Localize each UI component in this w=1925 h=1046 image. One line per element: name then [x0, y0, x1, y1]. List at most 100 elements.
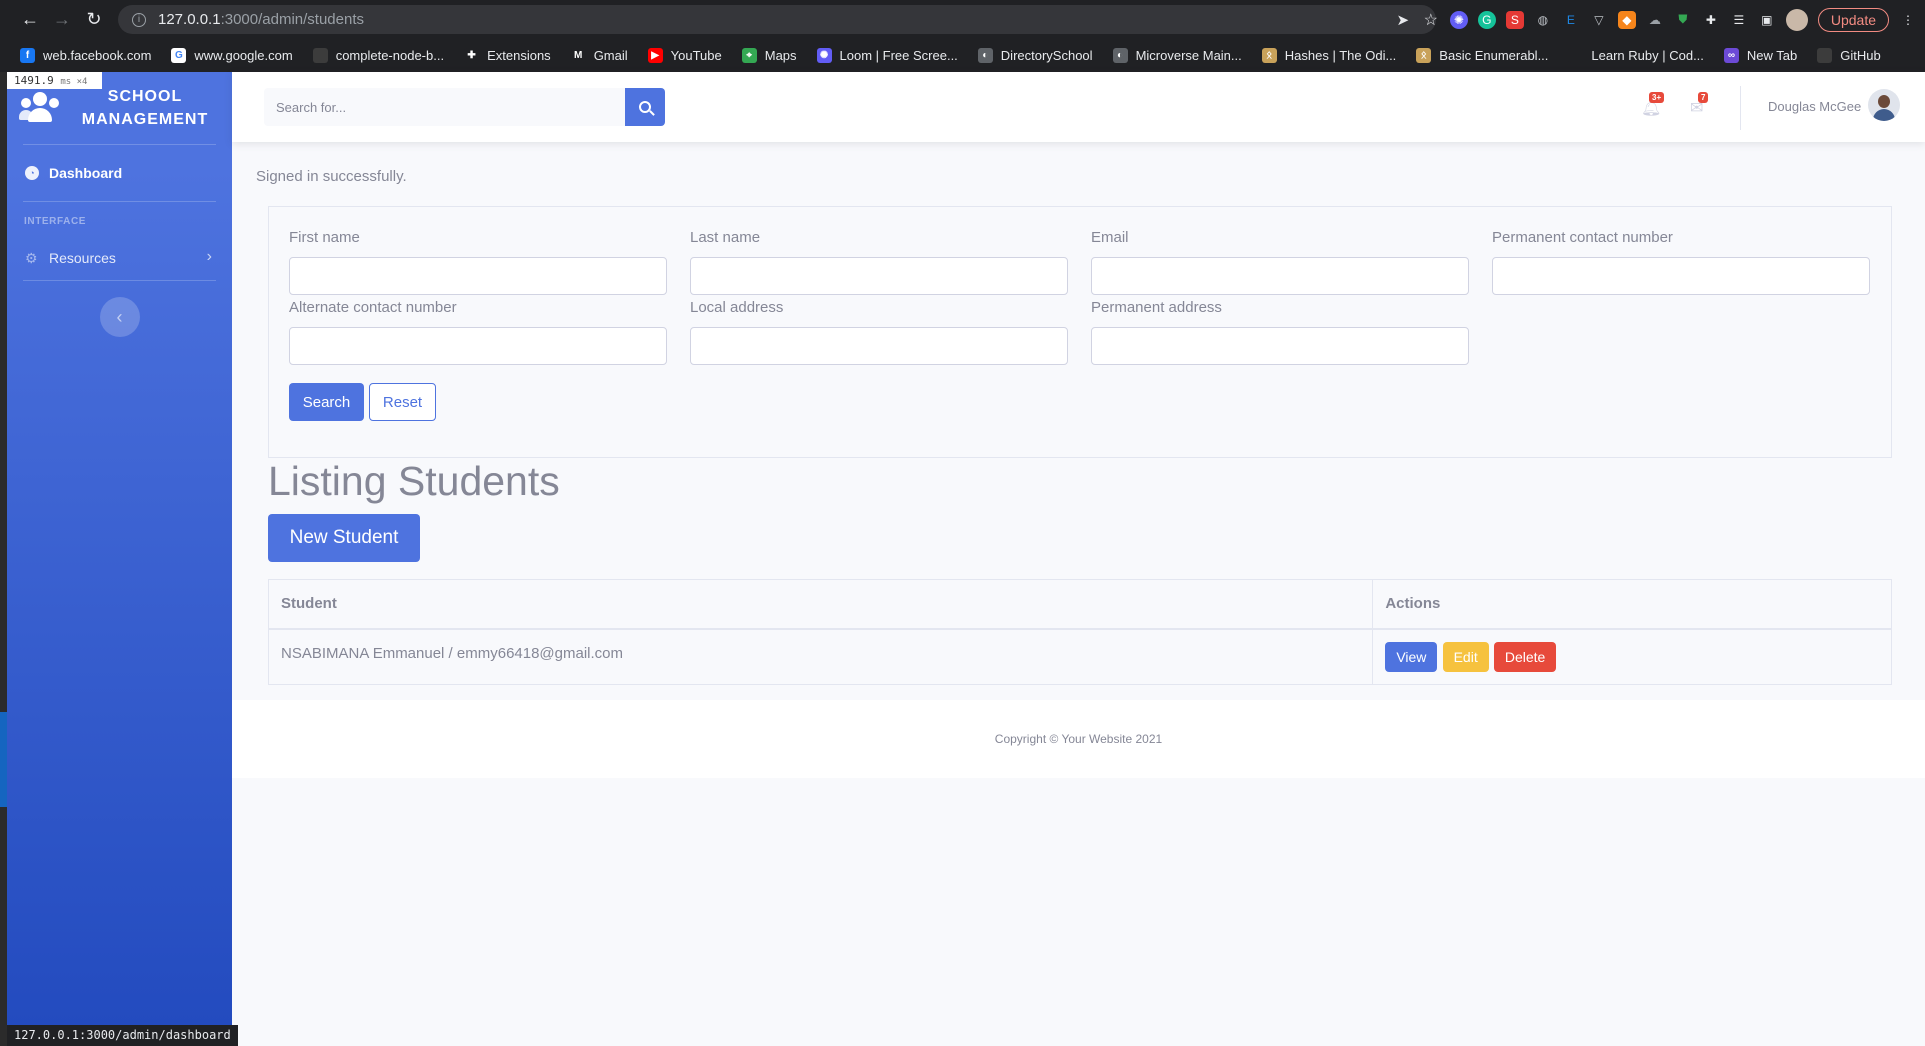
alternate-contact-input[interactable] [289, 327, 667, 365]
bookmark-label: GitHub [1840, 48, 1881, 63]
chevron-right-icon: › [206, 248, 212, 265]
permanent-address-input[interactable] [1091, 327, 1469, 365]
side-panel-icon[interactable]: ▣ [1758, 11, 1776, 29]
user-name[interactable]: Douglas McGee [1768, 99, 1861, 114]
sidebar-item-resources[interactable]: ⚙ Resources › [7, 236, 232, 280]
bookmark-item[interactable]: ∞ New Tab [1723, 48, 1798, 63]
address-bar[interactable]: i 127.0.0.1:3000/admin/students [118, 5, 1436, 34]
globe-extension-icon[interactable]: ◍ [1534, 11, 1552, 29]
odin-icon: ᛟ [1416, 48, 1432, 63]
puzzle-icon[interactable]: ✚ [1702, 11, 1720, 29]
bookmark-item[interactable]: f web.facebook.com [20, 48, 151, 63]
cloud-extension-icon[interactable]: ☁ [1646, 11, 1664, 29]
bookmark-label: DirectorySchool [1000, 48, 1093, 63]
timing-value: 1491.9 [14, 74, 54, 87]
last-name-input[interactable] [690, 257, 1068, 295]
grammarly-icon[interactable]: G [1477, 10, 1496, 29]
update-button[interactable]: Update [1817, 7, 1889, 32]
chevron-left-icon: ‹ [116, 306, 123, 327]
email-input[interactable] [1091, 257, 1469, 295]
permanent-contact-label: Permanent contact number [1492, 229, 1673, 246]
view-button[interactable]: View [1385, 641, 1438, 672]
flash-notice: Signed in successfully. [256, 168, 407, 185]
search-icon [639, 101, 651, 113]
youtube-icon: ▶ [647, 48, 663, 63]
permanent-address-field: Permanent address [1091, 299, 1469, 365]
alternate-contact-label: Alternate contact number [289, 299, 457, 316]
bookmark-item[interactable]: ◐ DirectorySchool [977, 48, 1093, 63]
messages-badge: 7 [1698, 92, 1709, 103]
forward-arrow-icon[interactable]: → [46, 4, 78, 36]
bookmark-item[interactable]: Learn Ruby | Cod... [1568, 48, 1704, 63]
search-button[interactable] [625, 88, 665, 126]
bookmark-item[interactable]: complete-node-b... [312, 48, 444, 63]
alternate-contact-field: Alternate contact number [289, 299, 667, 365]
bookmark-label: web.facebook.com [43, 48, 152, 63]
first-name-input[interactable] [289, 257, 667, 295]
sidebar-item-label: Dashboard [49, 165, 123, 181]
bookmark-item[interactable]: ᛟ Basic Enumerabl... [1416, 48, 1548, 63]
send-icon[interactable]: ➤ [1394, 11, 1412, 29]
status-url: 127.0.0.1:3000/admin/dashboard [7, 1025, 238, 1046]
filter-search-button[interactable]: Search [289, 383, 364, 421]
star-icon[interactable]: ☆ [1422, 11, 1440, 29]
local-address-field: Local address [690, 299, 1068, 365]
student-cell: NSABIMANA Emmanuel / emmy66418@gmail.com [267, 628, 1374, 685]
bookmark-item[interactable]: ✚ Extensions [464, 48, 551, 63]
vue-extension-icon[interactable]: ▽ [1590, 11, 1608, 29]
bookmark-item[interactable]: ▶ YouTube [647, 48, 722, 63]
first-name-field: First name [289, 229, 667, 295]
sidebar-item-dashboard[interactable]: ◔ Dashboard [7, 145, 232, 201]
bookmark-item[interactable]: ⌖ Maps [741, 48, 797, 63]
new-student-button[interactable]: New Student [268, 514, 420, 562]
bookmark-label: New Tab [1746, 48, 1798, 63]
save-extension-icon[interactable]: S [1505, 10, 1524, 29]
local-address-label: Local address [690, 299, 784, 316]
bookmark-label: YouTube [670, 48, 722, 63]
profile-avatar[interactable] [1785, 8, 1808, 31]
actions-cell: View Edit Delete [1372, 628, 1892, 685]
reload-icon[interactable]: ↻ [78, 4, 110, 36]
table-row: NSABIMANA Emmanuel / emmy66418@gmail.com… [267, 628, 1892, 685]
column-header-actions: Actions [1372, 579, 1892, 630]
bookmark-item[interactable]: ᛟ Hashes | The Odi... [1261, 48, 1396, 63]
filter-reset-button[interactable]: Reset [369, 383, 436, 421]
user-avatar[interactable] [1868, 89, 1900, 121]
metamask-icon[interactable]: ◆ [1617, 10, 1636, 29]
bookmark-item[interactable]: ✺ Loom | Free Scree... [816, 48, 958, 63]
facebook-icon: f [20, 48, 35, 63]
shield-extension-icon[interactable]: ⛊ [1674, 11, 1692, 29]
students-table: Student Actions NSABIMANA Emmanuel / emm… [267, 579, 1892, 685]
bookmark-item[interactable]: M Gmail [570, 48, 628, 63]
sidebar-toggle-button[interactable]: ‹ [99, 297, 140, 337]
extensions-row: ➤ ☆ ✺ G S ◍ E ▽ ◆ ☁ ⛊ ✚ ☰ ▣ Update ⋮ [1394, 5, 1917, 34]
e-extension-icon[interactable]: E [1562, 11, 1580, 29]
google-icon: G [171, 48, 187, 63]
topbar-divider [1740, 86, 1741, 130]
reading-list-icon[interactable]: ☰ [1730, 11, 1748, 29]
bookmark-item[interactable]: GitHub [1817, 48, 1881, 63]
messages-button[interactable]: ✉ 7 [1690, 92, 1709, 118]
search-input[interactable] [264, 88, 625, 126]
bookmark-label: Gmail [593, 48, 628, 63]
odin-icon: ᛟ [1261, 48, 1277, 63]
bookmark-item[interactable]: ◐ Microverse Main... [1112, 48, 1242, 63]
copyright-text: Copyright © Your Website 2021 [994, 732, 1163, 746]
filter-form: First name Last name Email Permanent con… [268, 206, 1892, 458]
local-address-input[interactable] [690, 327, 1068, 365]
loom-extension-icon[interactable]: ✺ [1449, 10, 1468, 29]
back-arrow-icon[interactable]: ← [14, 4, 46, 36]
alerts-button[interactable]: 🔔︎ 3+ [1641, 92, 1665, 118]
permanent-contact-input[interactable] [1492, 257, 1870, 295]
edit-button[interactable]: Edit [1442, 641, 1489, 672]
puzzle-icon: ✚ [464, 48, 480, 63]
browser-toolbar: ← → ↻ i 127.0.0.1:3000/admin/students ➤ … [0, 0, 1925, 39]
info-icon[interactable]: i [132, 12, 146, 27]
last-name-field: Last name [690, 229, 1068, 295]
delete-button[interactable]: Delete [1493, 641, 1557, 672]
codecademy-icon [1568, 48, 1584, 63]
bookmark-label: Extensions [487, 48, 551, 63]
menu-dots-icon[interactable]: ⋮ [1899, 11, 1917, 29]
bookmark-item[interactable]: Gwww.google.com [171, 48, 293, 63]
bookmark-label: Loom | Free Scree... [839, 48, 958, 63]
